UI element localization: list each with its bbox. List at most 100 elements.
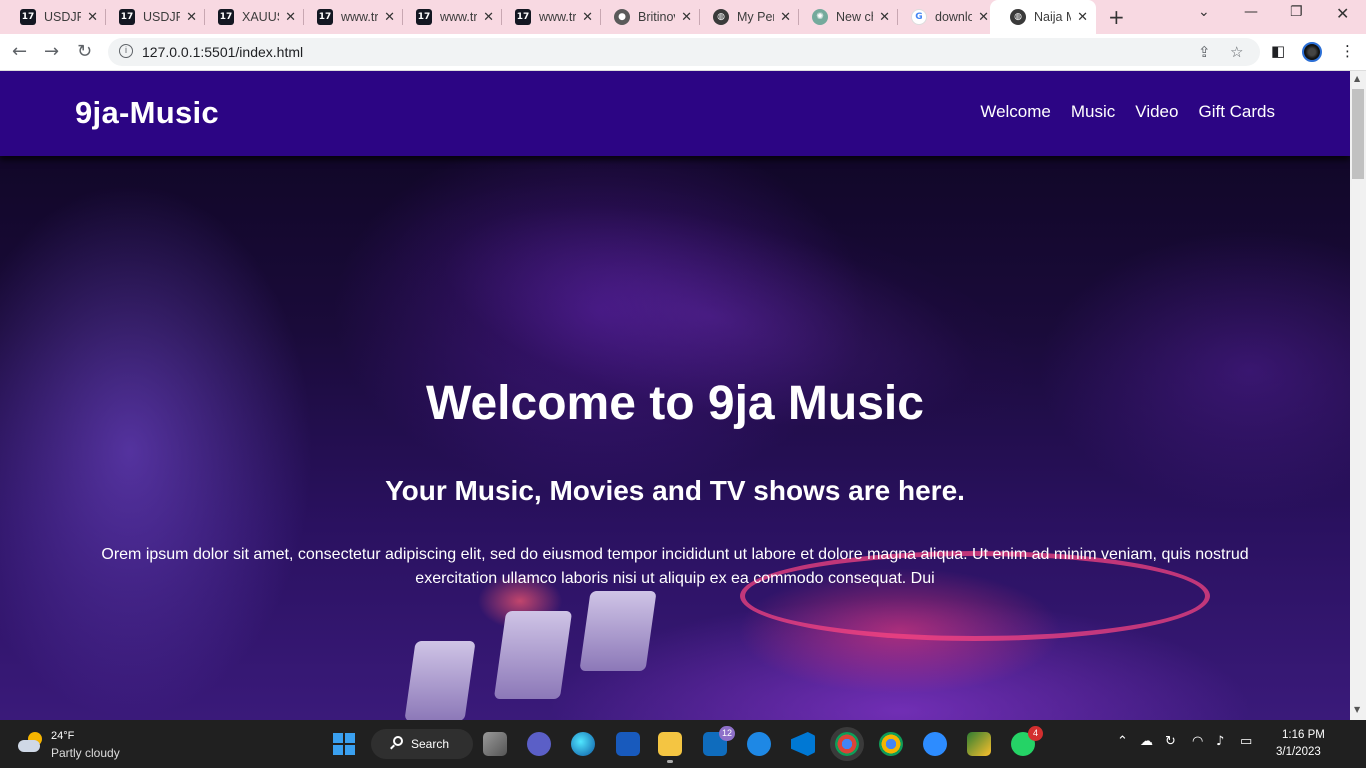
close-icon[interactable]: ✕: [483, 10, 494, 25]
tab-label: New chat: [836, 10, 873, 24]
close-icon[interactable]: ✕: [87, 10, 98, 25]
browser-tab[interactable]: 17 www.tradingview.com ✕: [495, 0, 601, 34]
nav-link-music[interactable]: Music: [1071, 102, 1115, 122]
edge-browser-icon[interactable]: [571, 732, 595, 756]
sync-icon[interactable]: ↻: [1165, 734, 1176, 749]
address-bar[interactable]: i 127.0.0.1:5501/index.html ⇪ ☆: [108, 38, 1260, 66]
tradingview-icon: 17: [317, 9, 333, 25]
page-scrollbar[interactable]: ▲ ▼: [1350, 71, 1366, 720]
browser-tab[interactable]: ● Britinovation ✕: [594, 0, 700, 34]
browser-tab[interactable]: 17 USDJPY ✕: [99, 0, 205, 34]
browser-tab-active[interactable]: ◍ Naija Music ✕: [990, 0, 1096, 34]
teams-chat-icon[interactable]: [527, 732, 551, 756]
tradingview-icon: 17: [515, 9, 531, 25]
scrollbar-thumb[interactable]: [1352, 89, 1364, 179]
close-icon[interactable]: ✕: [879, 10, 890, 25]
close-icon[interactable]: ✕: [1077, 10, 1088, 25]
reload-icon[interactable]: ↻: [77, 41, 92, 62]
window-close-icon[interactable]: ✕: [1336, 4, 1349, 23]
browser-tab[interactable]: 17 XAUUSD ✕: [198, 0, 304, 34]
tab-label: www.tradingview.com: [539, 10, 577, 24]
close-icon[interactable]: ✕: [186, 10, 197, 25]
more-menu-icon[interactable]: ⋮: [1340, 42, 1355, 60]
weather-partly-cloudy-icon[interactable]: [18, 732, 44, 754]
share-icon[interactable]: ⇪: [1198, 43, 1211, 61]
scroll-down-arrow-icon[interactable]: ▼: [1354, 705, 1360, 714]
chrome-icon[interactable]: [879, 732, 903, 756]
mail-icon[interactable]: 12: [703, 726, 735, 756]
clock-time[interactable]: 1:16 PM: [1282, 729, 1325, 741]
clock-date[interactable]: 3/1/2023: [1276, 746, 1321, 758]
close-icon[interactable]: ✕: [285, 10, 296, 25]
close-icon[interactable]: ✕: [780, 10, 791, 25]
wifi-icon[interactable]: ◠: [1192, 734, 1203, 749]
nav-link-video[interactable]: Video: [1135, 102, 1178, 122]
back-arrow-icon[interactable]: ←: [12, 41, 27, 62]
tab-label: XAUUSD: [242, 10, 279, 24]
zoom-icon[interactable]: [923, 732, 947, 756]
close-icon[interactable]: ✕: [681, 10, 692, 25]
browser-tab[interactable]: 17 www.tradingview.com ✕: [297, 0, 403, 34]
windows-start-icon[interactable]: [333, 733, 355, 755]
file-explorer-icon[interactable]: [658, 732, 682, 763]
task-view-icon[interactable]: [483, 732, 507, 756]
site-navbar: 9ja-Music Welcome Music Video Gift Cards: [0, 71, 1350, 156]
globe-icon: ◍: [1010, 9, 1026, 25]
close-icon[interactable]: ✕: [582, 10, 593, 25]
browser-tab-strip: 17 USDJPY ✕ 17 USDJPY ✕ 17 XAUUSD ✕ 17 w…: [0, 0, 1366, 34]
maximize-icon[interactable]: ❐: [1290, 4, 1303, 20]
onedrive-icon[interactable]: ☁: [1140, 734, 1153, 749]
site-logo[interactable]: 9ja-Music: [75, 95, 219, 131]
browser-tab[interactable]: 17 USDJPY ✕: [0, 0, 106, 34]
hero-title: Welcome to 9ja Music: [426, 377, 924, 430]
word-icon[interactable]: [616, 732, 640, 756]
tradingview-icon: 17: [20, 9, 36, 25]
weather-temperature[interactable]: 24°F: [51, 730, 74, 742]
close-icon[interactable]: ✕: [978, 10, 989, 25]
vscode-icon[interactable]: [791, 732, 815, 756]
taskbar-search-button[interactable]: Search: [371, 729, 473, 759]
browser-tab[interactable]: ✺ New chat ✕: [792, 0, 898, 34]
minimize-icon[interactable]: —: [1244, 4, 1258, 20]
weather-app-icon[interactable]: [747, 732, 771, 756]
scroll-up-arrow-icon[interactable]: ▲: [1354, 74, 1360, 83]
tab-label: www.tradingview.com: [440, 10, 478, 24]
weather-condition[interactable]: Partly cloudy: [51, 746, 120, 760]
bookmark-star-icon[interactable]: ☆: [1230, 43, 1243, 61]
forward-arrow-icon[interactable]: →: [44, 41, 59, 62]
battery-icon[interactable]: ▭: [1240, 734, 1252, 749]
tab-label: USDJPY: [143, 10, 181, 24]
show-hidden-icons-chevron-icon[interactable]: ⌃: [1117, 734, 1128, 749]
nav-link-welcome[interactable]: Welcome: [980, 102, 1051, 122]
browser-tab[interactable]: G download ✕: [891, 0, 997, 34]
tab-search-chevron-icon[interactable]: ⌄: [1198, 4, 1210, 20]
mail-badge: 12: [718, 726, 735, 741]
site-info-icon[interactable]: i: [119, 44, 133, 58]
chatgpt-icon: ✺: [812, 9, 828, 25]
page-viewport: 9ja-Music Welcome Music Video Gift Cards…: [0, 71, 1350, 720]
url-text[interactable]: 127.0.0.1:5501/index.html: [142, 44, 303, 60]
tab-label: download: [935, 10, 973, 24]
tab-label: Naija Music: [1034, 10, 1071, 24]
github-icon: ●: [614, 9, 630, 25]
side-panel-icon[interactable]: ◧: [1271, 42, 1285, 60]
new-tab-plus-icon[interactable]: +: [1108, 5, 1125, 29]
browser-tab[interactable]: 17 www.tradingview.com ✕: [396, 0, 502, 34]
browser-tab[interactable]: ◍ My Personal ✕: [693, 0, 799, 34]
chrome-active-icon[interactable]: [835, 732, 859, 756]
tab-label: Britinovation: [638, 10, 675, 24]
browser-toolbar: ← → ↻ i 127.0.0.1:5501/index.html ⇪ ☆ ◧ …: [0, 34, 1366, 71]
profile-avatar[interactable]: [1302, 42, 1322, 62]
close-icon[interactable]: ✕: [384, 10, 395, 25]
mixer-knob: [493, 611, 573, 699]
mixer-knob: [404, 641, 476, 720]
metatrader-icon[interactable]: [967, 732, 991, 756]
tab-label: www.tradingview.com: [341, 10, 379, 24]
whatsapp-badge: 4: [1028, 726, 1043, 741]
whatsapp-icon[interactable]: 4: [1011, 726, 1043, 756]
tradingview-icon: 17: [119, 9, 135, 25]
globe-icon: ◍: [713, 9, 729, 25]
tab-label: My Personal: [737, 10, 774, 24]
volume-icon[interactable]: ♪: [1216, 734, 1224, 749]
nav-link-gift-cards[interactable]: Gift Cards: [1198, 102, 1275, 122]
